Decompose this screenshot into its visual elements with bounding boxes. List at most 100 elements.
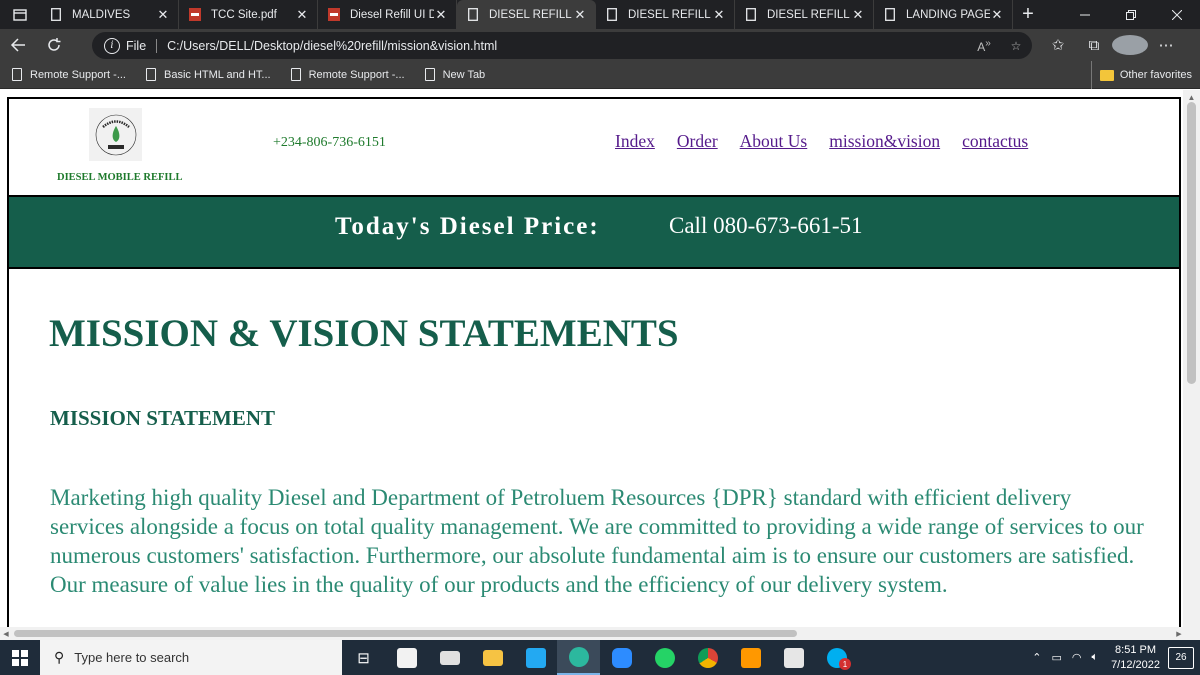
bookmark-item[interactable]: New Tab	[424, 68, 486, 81]
collections-button[interactable]: ⧉	[1076, 37, 1112, 54]
system-tray: ⌃ ▭ ◠ 🔈︎ 8:51 PM 7/12/2022 26	[1027, 643, 1200, 673]
bookmark-label: Remote Support -...	[30, 68, 126, 81]
tab-diesel-refill-ui[interactable]: Diesel Refill UI De ✕	[318, 0, 457, 29]
battery-icon[interactable]: ▭	[1051, 651, 1061, 664]
nav-link-order[interactable]: Order	[677, 131, 718, 152]
skype-button[interactable]: 1	[815, 640, 858, 675]
close-icon[interactable]: ✕	[156, 7, 170, 23]
profile-button[interactable]	[1112, 35, 1148, 55]
tab-diesel-refill-active[interactable]: DIESEL REFILL ✕	[457, 0, 596, 29]
tab-maldives[interactable]: MALDIVES ✕	[40, 0, 179, 29]
scheme-label: File	[126, 38, 147, 53]
nav-link-mission-vision[interactable]: mission&vision	[829, 131, 940, 152]
restore-button[interactable]	[1108, 0, 1154, 29]
volume-icon[interactable]: 🔈︎	[1091, 651, 1098, 664]
file-explorer-button[interactable]	[471, 640, 514, 675]
mail-icon	[439, 650, 460, 665]
close-icon[interactable]: ✕	[851, 7, 865, 23]
read-aloud-icon[interactable]: A»	[968, 38, 1000, 54]
close-icon[interactable]: ✕	[434, 7, 448, 23]
settings-more-button[interactable]: ⋯	[1148, 36, 1184, 54]
other-favorites[interactable]: Other favorites	[1090, 61, 1192, 89]
nav-link-about-us[interactable]: About Us	[740, 131, 808, 152]
close-icon[interactable]: ✕	[712, 7, 726, 23]
site-logo[interactable]	[89, 108, 142, 161]
browser-tools: ✩ ⧉ ⋯	[1040, 29, 1184, 61]
nav-link-index[interactable]: Index	[615, 131, 655, 152]
task-view-icon: ⊟	[357, 649, 370, 667]
edge-icon	[568, 646, 589, 667]
chrome-button[interactable]	[686, 640, 729, 675]
page-title: MISSION & VISION STATEMENTS	[49, 312, 679, 355]
tab-tcc-site[interactable]: TCC Site.pdf ✕	[179, 0, 318, 29]
document-icon	[467, 8, 479, 22]
bookmark-item[interactable]: Remote Support -...	[290, 68, 405, 81]
sublime-button[interactable]	[729, 640, 772, 675]
mail-button[interactable]	[428, 640, 471, 675]
scroll-right-icon[interactable]: ▶	[1173, 627, 1185, 640]
vscode-button[interactable]	[514, 640, 557, 675]
tab-actions-button[interactable]	[0, 0, 40, 29]
site-header: DIESEL MOBILE REFILL +234-806-736-6151 I…	[9, 99, 1179, 197]
price-call-number: Call 080-673-661-51	[669, 213, 863, 238]
chevron-up-icon[interactable]: ⌃	[1032, 651, 1041, 664]
clock-time: 8:51 PM	[1115, 643, 1157, 656]
add-favorite-icon[interactable]: ☆	[1000, 39, 1032, 53]
new-tab-button[interactable]: +	[1013, 0, 1043, 29]
bookmark-label: Remote Support -...	[308, 68, 405, 81]
info-icon[interactable]: i	[104, 37, 120, 54]
tab-diesel-refill-3[interactable]: DIESEL REFILL ✕	[735, 0, 874, 29]
bookmark-label: Basic HTML and HT...	[164, 68, 271, 81]
pdf-icon	[189, 8, 201, 22]
browser-tab-strip: MALDIVES ✕ TCC Site.pdf ✕ Diesel Refill …	[0, 0, 1200, 29]
bookmark-label: New Tab	[442, 68, 486, 81]
nav-link-contactus[interactable]: contactus	[962, 131, 1028, 152]
site-frame: DIESEL MOBILE REFILL +234-806-736-6151 I…	[7, 97, 1181, 640]
scroll-left-icon[interactable]: ◀	[0, 627, 12, 640]
bookmark-item[interactable]: Basic HTML and HT...	[146, 68, 271, 81]
mission-heading: MISSION STATEMENT	[50, 406, 276, 430]
tab-title: DIESEL REFILL	[628, 8, 711, 21]
page-viewport: DIESEL MOBILE REFILL +234-806-736-6151 I…	[0, 90, 1200, 640]
close-icon[interactable]: ✕	[295, 7, 309, 23]
tab-title: LANDING PAGE	[906, 8, 990, 21]
bookmark-item[interactable]: Remote Support -...	[12, 68, 126, 81]
start-button[interactable]	[0, 640, 40, 675]
task-view-button[interactable]: ⊟	[342, 640, 385, 675]
notification-center-button[interactable]: 26	[1168, 646, 1194, 669]
zoom-button[interactable]	[600, 640, 643, 675]
photos-icon	[783, 647, 804, 668]
url-text[interactable]: C:/Users/DELL/Desktop/diesel%20refill/mi…	[167, 39, 968, 53]
window-controls	[1062, 0, 1200, 29]
whatsapp-button[interactable]	[643, 640, 686, 675]
close-window-button[interactable]	[1154, 0, 1200, 29]
horizontal-scroll-thumb[interactable]	[14, 630, 797, 637]
photos-button[interactable]	[772, 640, 815, 675]
restore-icon	[1126, 9, 1136, 20]
minimize-button[interactable]	[1062, 0, 1108, 29]
store-button[interactable]	[385, 640, 428, 675]
chrome-icon	[697, 647, 718, 668]
tab-diesel-refill-2[interactable]: DIESEL REFILL ✕	[596, 0, 735, 29]
close-icon[interactable]: ✕	[573, 7, 587, 23]
close-icon[interactable]: ✕	[990, 7, 1004, 23]
tab-actions-icon	[13, 8, 27, 21]
edge-button[interactable]	[557, 640, 600, 675]
clock[interactable]: 8:51 PM 7/12/2022	[1111, 643, 1160, 673]
vertical-scrollbar[interactable]: ▲	[1183, 90, 1200, 627]
horizontal-scrollbar[interactable]: ◀ ▶	[0, 627, 1200, 640]
close-window-icon	[1172, 9, 1182, 20]
document-icon	[50, 8, 62, 22]
address-bar[interactable]: i File C:/Users/DELL/Desktop/diesel%20re…	[92, 32, 1032, 59]
document-icon	[290, 68, 301, 81]
tab-landing-page[interactable]: LANDING PAGE ✕	[874, 0, 1013, 29]
taskbar-search[interactable]: ⚲ Type here to search	[40, 640, 342, 675]
search-placeholder: Type here to search	[74, 650, 190, 665]
back-button[interactable]	[0, 29, 36, 61]
refresh-button[interactable]	[36, 29, 72, 61]
vertical-scroll-thumb[interactable]	[1187, 102, 1196, 384]
windows-logo-icon	[12, 649, 28, 666]
wifi-icon[interactable]: ◠	[1072, 651, 1082, 664]
favorites-button[interactable]: ✩	[1040, 36, 1076, 54]
search-icon: ⚲	[54, 649, 65, 665]
